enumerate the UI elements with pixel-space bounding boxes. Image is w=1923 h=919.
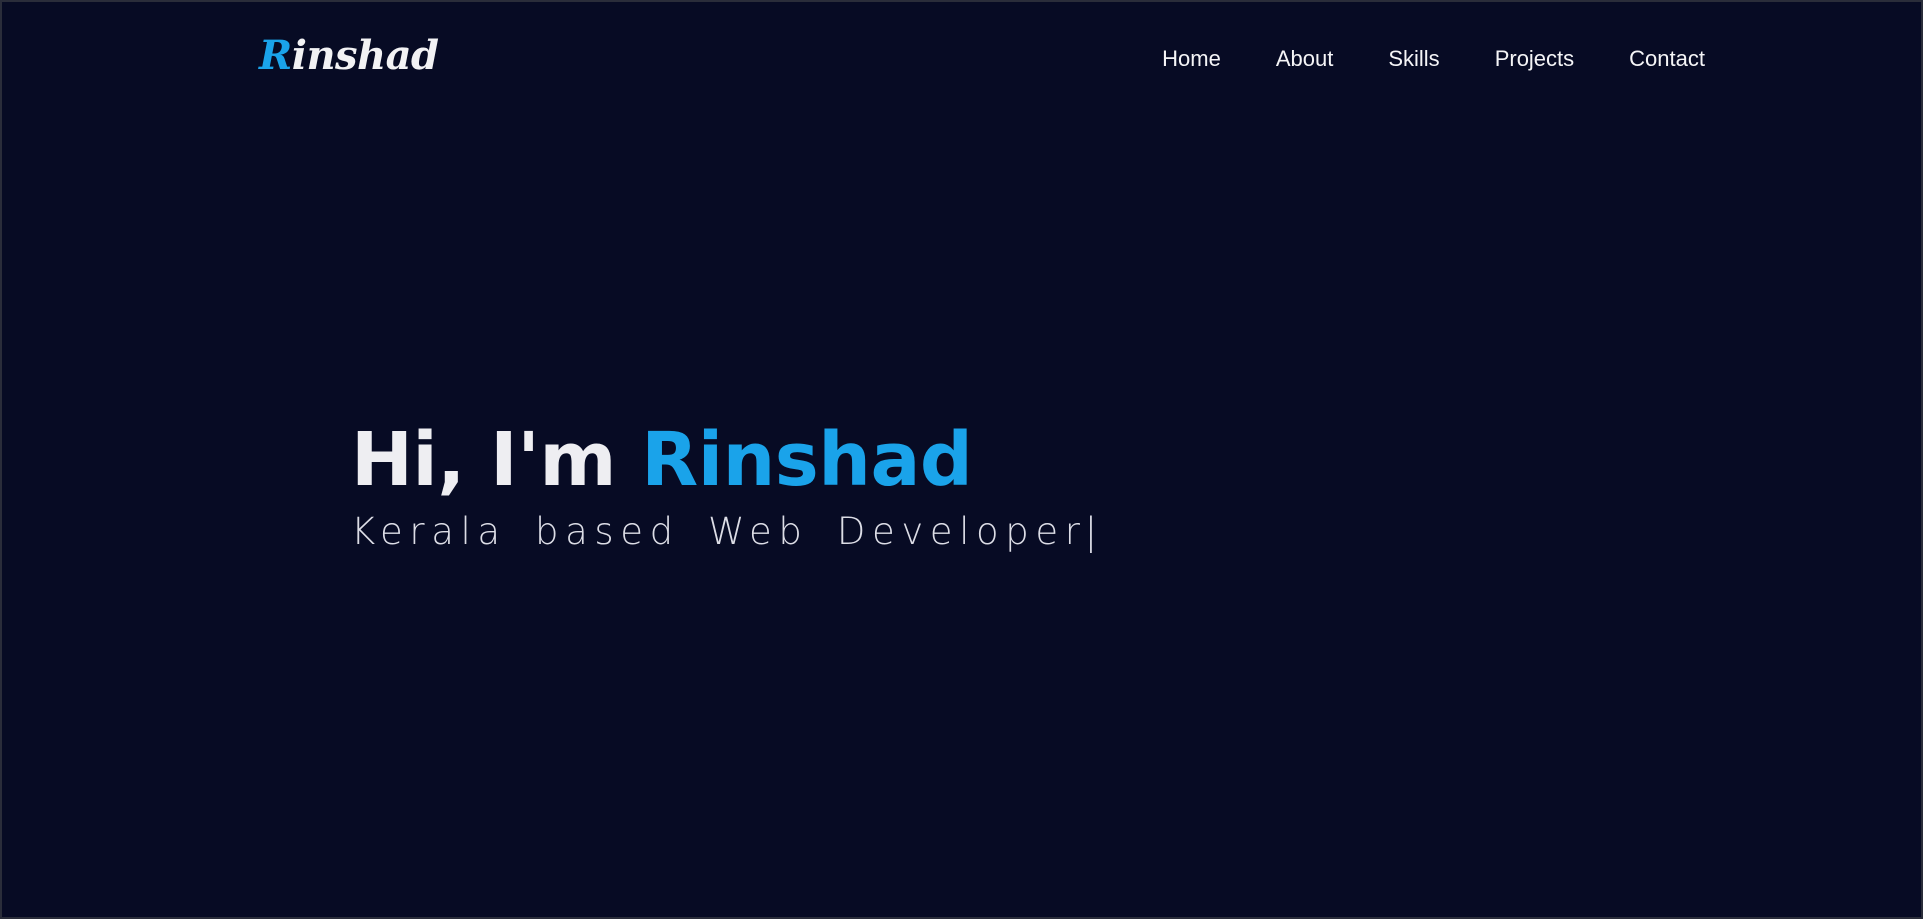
hero-greeting: Hi, I'm [351,417,642,503]
hero-tagline-text: Kerala based Web Developer [351,510,1087,553]
hero-section: Hi, I'm Rinshad Kerala based Web Develop… [351,412,1097,556]
nav-home-link[interactable]: Home [1162,42,1221,76]
typing-cursor: | [1084,510,1098,553]
main-nav: Home About Skills Projects Contact [1162,42,1705,76]
nav-projects-link[interactable]: Projects [1495,42,1574,76]
hero-name: Rinshad [641,417,973,503]
logo-initial: R [259,32,292,79]
hero-heading: Hi, I'm Rinshad [351,412,1097,508]
hero-tagline: Kerala based Web Developer| [351,508,1097,556]
nav-contact-link[interactable]: Contact [1629,42,1705,76]
logo-text: inshad [291,32,439,79]
nav-skills-link[interactable]: Skills [1388,42,1439,76]
site-logo[interactable]: Rinshad [259,28,439,84]
page: Rinshad Home About Skills Projects Conta… [0,0,1923,919]
nav-about-link[interactable]: About [1276,42,1334,76]
